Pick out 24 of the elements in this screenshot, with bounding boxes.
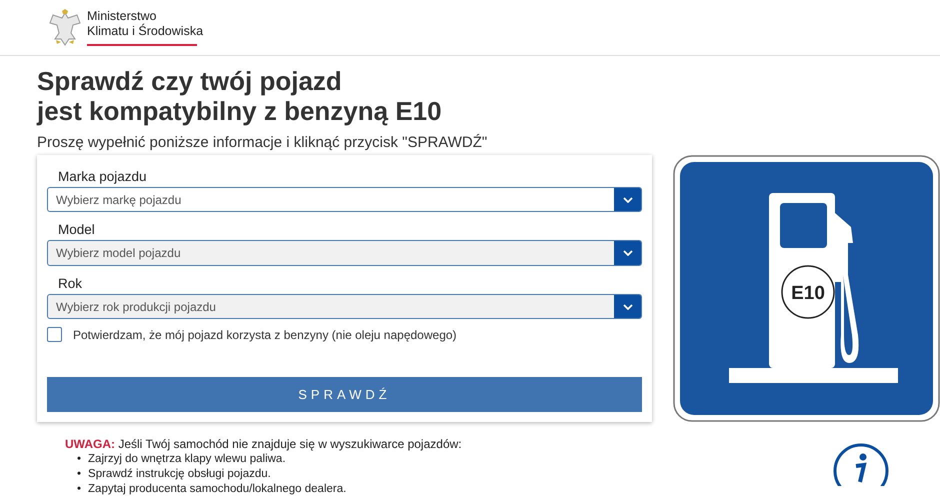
chevron-down-icon	[622, 304, 632, 310]
tip-item: Sprawdź instrukcję obsługi pojazdu.	[88, 467, 271, 482]
page-title: Sprawdź czy twój pojazd jest kompatybilny z benzyną E10	[37, 66, 443, 126]
confirm-label: Potwierdzam, że mój pojazd korzysta z benzyny (nie oleju napędowego)	[73, 328, 457, 342]
bullet: •	[77, 482, 82, 497]
instructions-text: Proszę wypełnić poniższe informacje i kliknąć przycisk "SPRAWDŹ"	[37, 134, 488, 151]
tip-item: Zapytaj producenta samochodu/lokalnego dealera.	[88, 482, 346, 497]
field-label: Model	[58, 222, 95, 238]
field-label: Rok	[58, 276, 82, 291]
chevron-down-icon	[622, 196, 632, 203]
ministry-name: Ministerstwo	[87, 9, 158, 24]
bullet: •	[77, 452, 82, 467]
warning-text: UWAGA: Jeśli Twój samochód nie znajduje się w wyszukiwarce pojazdów:	[65, 436, 462, 452]
field-label: Marka pojazdu	[58, 169, 147, 184]
ministry-name: Klimatu i Środowiska	[87, 24, 204, 39]
info-icon	[832, 442, 890, 486]
fuel-pump-sign-drawing: E10	[673, 155, 940, 422]
chevron-down-icon	[622, 250, 632, 256]
check-button[interactable]: SPRAWDŹ	[47, 377, 642, 412]
select-field[interactable]: Wybierz markę pojazdu	[47, 187, 642, 212]
confirm-checkbox[interactable]	[47, 327, 62, 342]
bullet: •	[77, 467, 82, 482]
tip-item: Zajrzyj do wnętrza klapy wlewu paliwa.	[88, 452, 286, 467]
eagle-emblem-icon	[47, 8, 83, 46]
